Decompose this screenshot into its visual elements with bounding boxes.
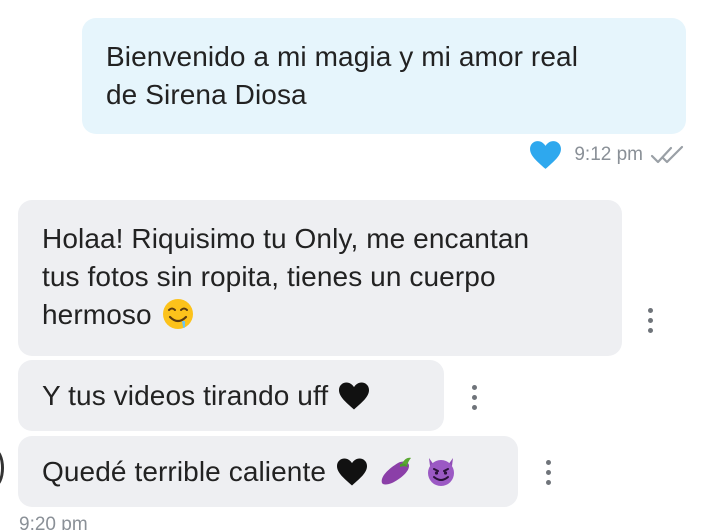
black-heart-emoji-icon — [339, 382, 370, 410]
message-text: Y tus videos tirando uff — [42, 380, 329, 411]
message-line: de Sirena Diosa — [106, 79, 307, 110]
incoming-message-time: 9:20 pm — [19, 514, 88, 530]
message-menu-icon[interactable] — [544, 460, 552, 490]
message-line: Holaa! Riquisimo tu Only, me encantan — [42, 223, 530, 254]
message-line: hermoso — [42, 296, 600, 334]
message-line: Bienvenido a mi magia y mi amor real — [106, 41, 579, 72]
smiling-imp-emoji-icon — [427, 458, 454, 486]
message-time: 9:12 pm — [574, 144, 643, 165]
incoming-message-bubble[interactable]: Holaa! Riquisimo tu Only, me encantan tu… — [18, 200, 622, 356]
heart-icon[interactable] — [529, 140, 562, 170]
black-heart-emoji-icon — [336, 458, 367, 486]
message-text: Quedé terrible caliente — [42, 456, 327, 487]
outgoing-message-meta: 9:12 pm — [529, 137, 686, 173]
incoming-message-bubble[interactable]: Y tus videos tirando uff — [18, 360, 444, 431]
chat-screen: Bienvenido a mi magia y mi amor real de … — [0, 0, 726, 530]
eggplant-emoji-icon — [381, 457, 411, 485]
message-text: hermoso — [42, 299, 152, 330]
incoming-message-bubble[interactable]: Quedé terrible caliente — [18, 436, 518, 507]
double-check-icon — [650, 145, 684, 164]
avatar-edge — [0, 449, 4, 487]
drooling-face-emoji-icon — [162, 299, 193, 329]
message-menu-icon[interactable] — [470, 385, 478, 415]
message-line: tus fotos sin ropita, tienes un cuerpo — [42, 261, 496, 292]
outgoing-message-bubble[interactable]: Bienvenido a mi magia y mi amor real de … — [82, 18, 686, 134]
message-menu-icon[interactable] — [646, 308, 654, 338]
